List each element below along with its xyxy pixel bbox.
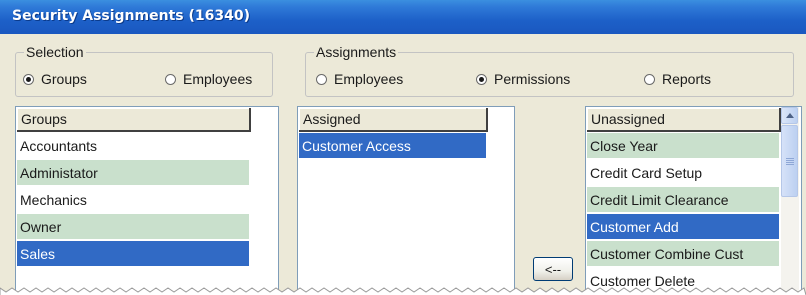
- window-title: Security Assignments (16340): [12, 8, 250, 24]
- assignments-permissions-radio[interactable]: Permissions: [476, 71, 570, 87]
- torn-edge: [0, 287, 806, 295]
- list-item[interactable]: Administator: [17, 160, 249, 186]
- radio-dot-icon: [476, 73, 487, 85]
- radio-dot-icon: [316, 73, 327, 85]
- radio-dot-icon: [644, 73, 655, 85]
- groups-column-header[interactable]: Groups: [17, 108, 251, 132]
- grip-line: [786, 158, 794, 159]
- list-item[interactable]: Customer Access: [299, 133, 486, 159]
- list-item[interactable]: Mechanics: [17, 187, 249, 213]
- selection-employees-radio[interactable]: Employees: [165, 71, 252, 87]
- title-bar[interactable]: Security Assignments (16340): [0, 0, 806, 34]
- radio-label: Permissions: [494, 71, 571, 87]
- list-item[interactable]: Customer Add: [587, 214, 779, 240]
- move-to-assigned-button[interactable]: <--: [533, 257, 573, 281]
- selection-groups-radio[interactable]: Groups: [23, 71, 87, 87]
- unassigned-column-header[interactable]: Unassigned: [587, 108, 781, 132]
- unassigned-list[interactable]: Unassigned Close Year Credit Card Setup …: [585, 106, 802, 295]
- radio-label: Employees: [334, 71, 404, 87]
- security-assignments-window: Security Assignments (16340) Selection G…: [0, 0, 806, 295]
- list-item[interactable]: Accountants: [17, 133, 249, 159]
- grip-line: [786, 164, 794, 165]
- groups-list[interactable]: Groups Accountants Administator Mechanic…: [15, 106, 279, 295]
- assignments-legend: Assignments: [314, 44, 399, 60]
- list-item[interactable]: Customer Combine Cust: [587, 241, 779, 267]
- list-item[interactable]: Credit Limit Clearance: [587, 187, 779, 213]
- radio-label: Employees: [183, 71, 253, 87]
- assigned-column-header[interactable]: Assigned: [299, 108, 488, 132]
- list-item[interactable]: Owner: [17, 214, 249, 240]
- radio-dot-icon: [23, 73, 34, 85]
- assignments-employees-radio[interactable]: Employees: [316, 71, 403, 87]
- list-item[interactable]: Sales: [17, 241, 249, 267]
- assignments-reports-radio[interactable]: Reports: [644, 71, 711, 87]
- list-item[interactable]: Close Year: [587, 133, 779, 159]
- radio-dot-icon: [165, 73, 176, 85]
- grip-line: [786, 162, 794, 163]
- scrollbar-thumb[interactable]: [781, 125, 798, 197]
- assignments-groupbox: Assignments Employees Permissions Report…: [305, 44, 794, 97]
- radio-label: Groups: [41, 71, 87, 87]
- list-item[interactable]: Credit Card Setup: [587, 160, 779, 186]
- selection-legend: Selection: [24, 44, 86, 60]
- grip-line: [786, 160, 794, 161]
- selection-groupbox: Selection Groups Employees: [15, 44, 273, 97]
- assigned-list[interactable]: Assigned Customer Access: [297, 106, 515, 295]
- radio-label: Reports: [662, 71, 712, 87]
- scroll-up-arrow-icon[interactable]: [781, 107, 798, 124]
- vertical-scrollbar[interactable]: [781, 107, 799, 295]
